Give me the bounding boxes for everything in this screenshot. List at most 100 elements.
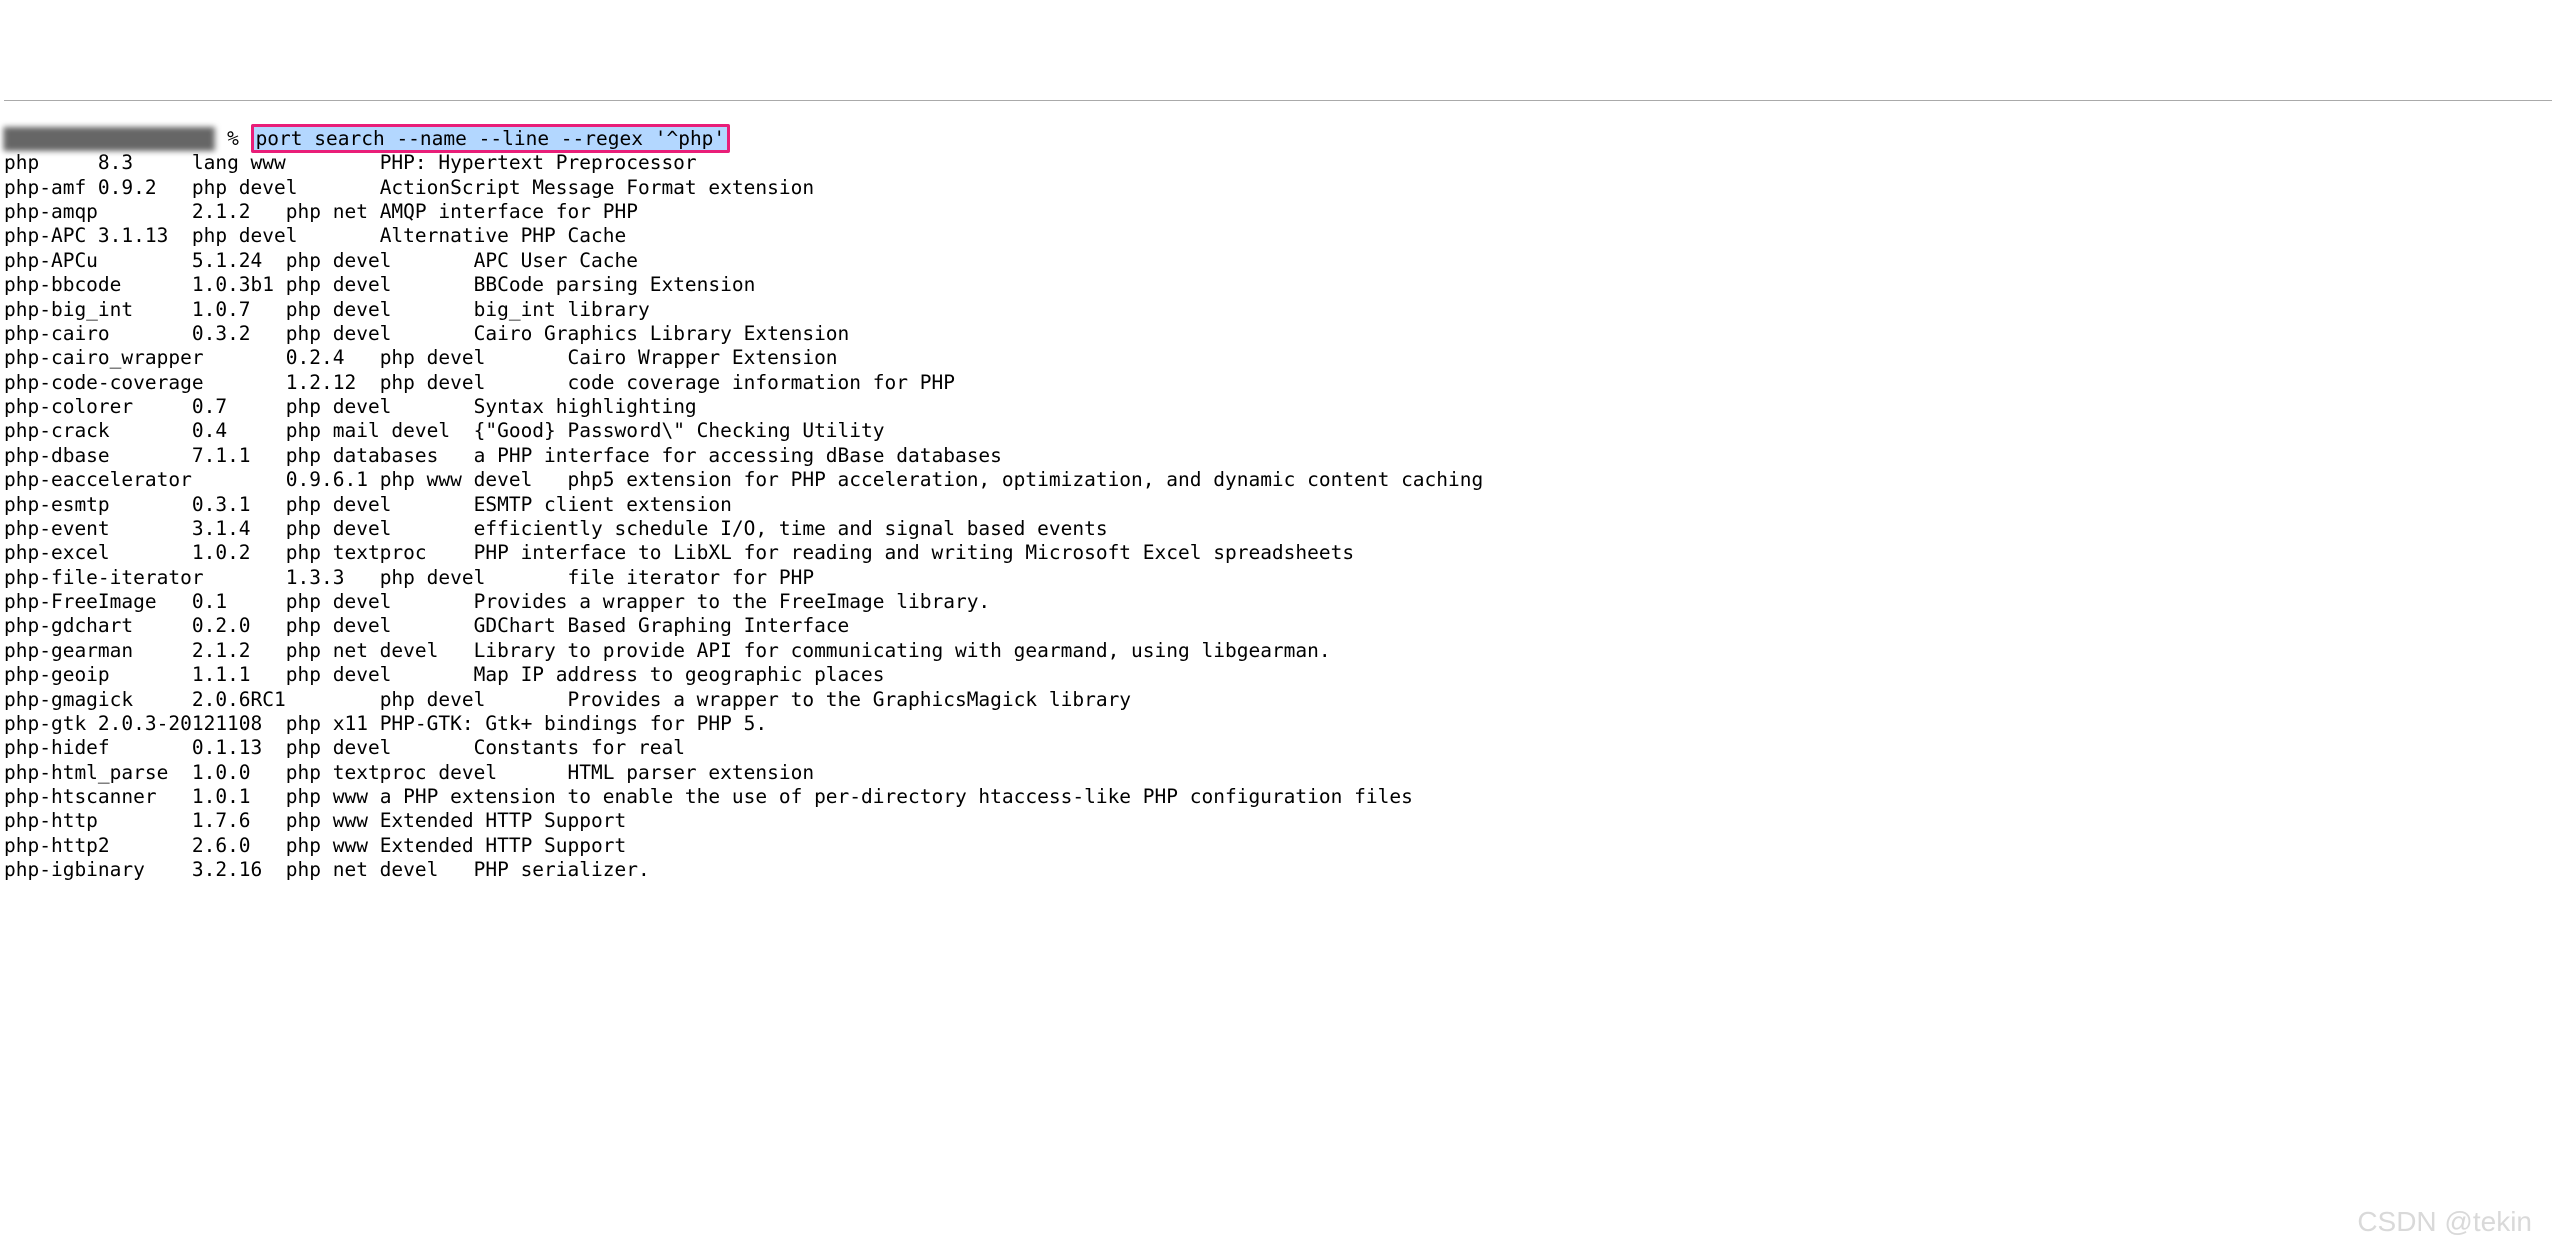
package-description: PHP serializer. [474, 858, 650, 881]
package-categories: php net devel [286, 858, 474, 881]
package-description: Extended HTTP Support [380, 809, 627, 832]
package-description: Library to provide API for communicating… [474, 639, 1331, 662]
package-categories: php devel [286, 614, 474, 637]
package-name: php-crack [4, 419, 192, 442]
package-description: PHP: Hypertext Preprocessor [380, 151, 697, 174]
package-row: php-amqp 2.1.2 php net AMQP interface fo… [4, 200, 2552, 224]
package-categories: php devel [380, 371, 568, 394]
package-row: php-APC 3.1.13 php devel Alternative PHP… [4, 224, 2552, 248]
package-description: Provides a wrapper to the GraphicsMagick… [568, 688, 1132, 711]
package-description: big_int library [474, 298, 650, 321]
package-row: php-gtk 2.0.3-20121108 php x11 PHP-GTK: … [4, 712, 2552, 736]
command-text[interactable]: port search --name --line --regex '^php' [251, 124, 731, 153]
package-categories: lang www [192, 151, 380, 174]
package-version: 1.1.1 [192, 663, 286, 686]
package-categories: php devel [286, 590, 474, 613]
package-version: 8.3 [98, 151, 192, 174]
package-description: PHP-GTK: Gtk+ bindings for PHP 5. [380, 712, 767, 735]
package-description: Constants for real [474, 736, 685, 759]
package-name: php-FreeImage [4, 590, 192, 613]
package-row: php-gdchart 0.2.0 php devel GDChart Base… [4, 614, 2552, 638]
package-categories: php textproc devel [286, 761, 568, 784]
package-row: php-excel 1.0.2 php textproc PHP interfa… [4, 541, 2552, 565]
package-version: 0.3.2 [192, 322, 286, 345]
package-version: 5.1.24 [192, 249, 286, 272]
package-categories: php net [286, 200, 380, 223]
package-version: 1.3.3 [286, 566, 380, 589]
package-version: 1.0.3b1 [192, 273, 286, 296]
package-row: php-crack 0.4 php mail devel {"Good} Pas… [4, 419, 2552, 443]
package-row: php-gearman 2.1.2 php net devel Library … [4, 639, 2552, 663]
package-categories: php net devel [286, 639, 474, 662]
package-name: php-excel [4, 541, 192, 564]
package-row: php-gmagick 2.0.6RC1 php devel Provides … [4, 688, 2552, 712]
package-description: PHP interface to LibXL for reading and w… [474, 541, 1355, 564]
package-description: a PHP extension to enable the use of per… [380, 785, 1413, 808]
package-name: php-htscanner [4, 785, 192, 808]
package-name: php-APC [4, 224, 98, 247]
package-version: 0.2.4 [286, 346, 380, 369]
package-version: 2.0.6RC1 [192, 688, 380, 711]
package-categories: php devel [286, 663, 474, 686]
package-name: php-cairo_wrapper [4, 346, 286, 369]
package-categories: php devel [286, 736, 474, 759]
watermark-text: CSDN @tekin [2357, 1204, 2532, 1239]
package-row: php-eaccelerator 0.9.6.1 php www devel p… [4, 468, 2552, 492]
package-version: 1.0.2 [192, 541, 286, 564]
package-description: {"Good} Password\" Checking Utility [474, 419, 885, 442]
package-description: AMQP interface for PHP [380, 200, 638, 223]
package-description: efficiently schedule I/O, time and signa… [474, 517, 1108, 540]
package-row: php-cairo 0.3.2 php devel Cairo Graphics… [4, 322, 2552, 346]
package-name: php-gmagick [4, 688, 192, 711]
package-row: php-igbinary 3.2.16 php net devel PHP se… [4, 858, 2552, 882]
package-categories: php databases [286, 444, 474, 467]
package-categories: php devel [286, 517, 474, 540]
package-version: 2.1.2 [192, 639, 286, 662]
package-description: ESMTP client extension [474, 493, 732, 516]
prompt-symbol: % [215, 127, 250, 150]
terminal-output[interactable]: t▓▓▓▓▓▓▓▓▓▓▓▓▓▓▓▓▓ % port search --name … [4, 127, 2552, 883]
package-version: 2.1.2 [192, 200, 286, 223]
package-version: 0.9.2 [98, 176, 192, 199]
package-description: php5 extension for PHP acceleration, opt… [568, 468, 1484, 491]
package-version: 2.6.0 [192, 834, 286, 857]
package-description: a PHP interface for accessing dBase data… [474, 444, 1002, 467]
package-categories: php www [286, 785, 380, 808]
package-description: APC User Cache [474, 249, 638, 272]
package-version: 0.1.13 [192, 736, 286, 759]
package-description: BBCode parsing Extension [474, 273, 756, 296]
package-name: php-gearman [4, 639, 192, 662]
package-categories: php mail devel [286, 419, 474, 442]
window-rule [4, 100, 2552, 101]
package-row: php-http 1.7.6 php www Extended HTTP Sup… [4, 809, 2552, 833]
package-version: 1.0.7 [192, 298, 286, 321]
package-categories: php devel [286, 249, 474, 272]
package-categories: php devel [192, 224, 380, 247]
package-name: php-html_parse [4, 761, 192, 784]
package-row: php-http2 2.6.0 php www Extended HTTP Su… [4, 834, 2552, 858]
package-description: Cairo Wrapper Extension [568, 346, 838, 369]
package-description: Extended HTTP Support [380, 834, 627, 857]
package-name: php-esmtp [4, 493, 192, 516]
package-categories: php devel [380, 566, 568, 589]
package-description: Provides a wrapper to the FreeImage libr… [474, 590, 991, 613]
package-row: php-event 3.1.4 php devel efficiently sc… [4, 517, 2552, 541]
package-row: php-amf 0.9.2 php devel ActionScript Mes… [4, 176, 2552, 200]
package-description: ActionScript Message Format extension [380, 176, 814, 199]
package-name: php-igbinary [4, 858, 192, 881]
package-categories: php devel [380, 688, 568, 711]
package-name: php-amqp [4, 200, 192, 223]
package-name: php-bbcode [4, 273, 192, 296]
package-version: 3.2.16 [192, 858, 286, 881]
package-row: php-big_int 1.0.7 php devel big_int libr… [4, 298, 2552, 322]
package-row: php-bbcode 1.0.3b1 php devel BBCode pars… [4, 273, 2552, 297]
package-categories: php www [286, 809, 380, 832]
package-name: php-colorer [4, 395, 192, 418]
package-version: 1.0.0 [192, 761, 286, 784]
package-row: php-code-coverage 1.2.12 php devel code … [4, 371, 2552, 395]
package-categories: php devel [286, 322, 474, 345]
package-categories: php x11 [286, 712, 380, 735]
package-version: 1.2.12 [286, 371, 380, 394]
package-categories: php devel [286, 273, 474, 296]
package-name: php-gdchart [4, 614, 192, 637]
